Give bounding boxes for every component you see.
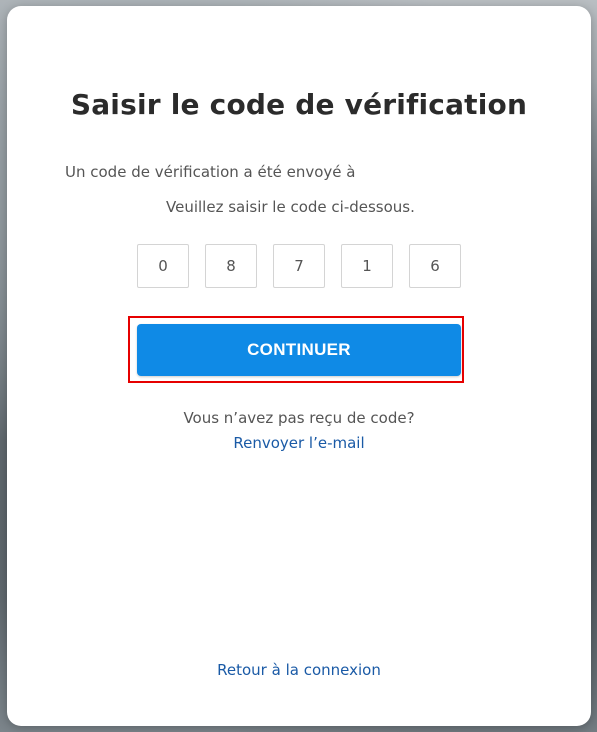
verification-card: Saisir le code de vérification Un code d… xyxy=(7,6,591,726)
code-input-group: 0 8 7 1 6 xyxy=(137,244,461,288)
code-digit-4[interactable]: 1 xyxy=(341,244,393,288)
code-digit-5[interactable]: 6 xyxy=(409,244,461,288)
code-digit-2[interactable]: 8 xyxy=(205,244,257,288)
code-sent-text: Un code de vérification a été envoyé à xyxy=(65,163,356,181)
no-code-text: Vous n’avez pas reçu de code? xyxy=(183,409,415,427)
resend-email-link[interactable]: Renvoyer l’e-mail xyxy=(7,434,591,452)
back-to-login-link[interactable]: Retour à la connexion xyxy=(7,661,591,679)
page-title: Saisir le code de vérification xyxy=(70,88,528,121)
instruction-text: Veuillez saisir le code ci-dessous. xyxy=(166,198,415,216)
code-digit-3[interactable]: 7 xyxy=(273,244,325,288)
continue-button[interactable]: CONTINUER xyxy=(137,324,461,376)
code-digit-1[interactable]: 0 xyxy=(137,244,189,288)
